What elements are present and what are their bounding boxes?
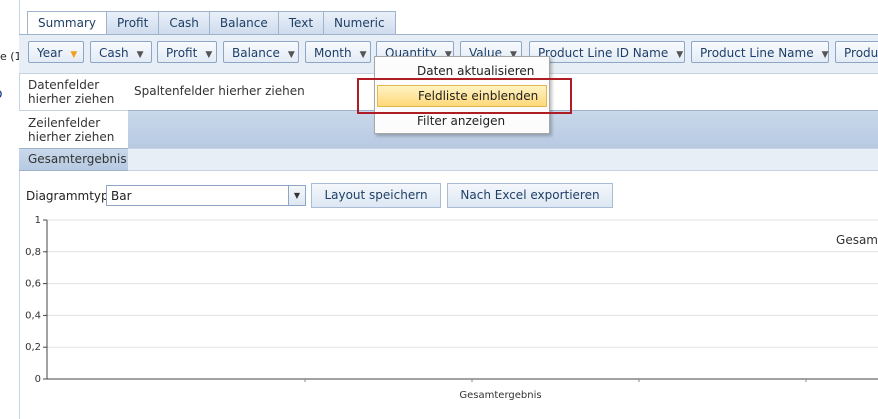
bar-chart: 0 0,2 0,4 0,6 0,8 1 Gesamtergebnis [25,215,878,401]
tab-strip: Summary Profit Cash Balance Text Numeric [27,11,396,35]
drop-zone-line: Zeilenfelder [28,116,101,130]
field-label: Month [314,46,352,60]
row-fields-drop-zone[interactable]: Zeilenfelder hierher ziehen [28,116,114,144]
field-label: Profit [166,46,198,60]
chart-type-label: Diagrammtyp [26,189,109,203]
tab-cash[interactable]: Cash [159,11,210,34]
filter-icon[interactable]: ▼ [205,44,212,66]
y-tick-label: 0,6 [25,279,41,290]
row-grand-total-label: Gesamtergebnis [28,152,127,166]
field-profit-button[interactable]: Profit ▼ [157,41,217,63]
field-balance-button[interactable]: Balance ▼ [223,41,299,63]
y-tick-label: 1 [35,215,41,226]
drop-zone-line: hierher ziehen [28,92,115,106]
highlight-annotation-frame [357,78,572,114]
field-label: Product Line ID Name [538,46,669,60]
column-fields-drop-zone[interactable]: Spaltenfelder hierher ziehen [134,84,305,98]
grand-total-data-row [128,148,878,171]
field-product-line-name-button[interactable]: Product Line Name ▼ [691,41,829,63]
save-layout-button[interactable]: Layout speichern [311,183,441,208]
filter-icon[interactable]: ▼ [70,44,77,66]
field-label: Balance [232,46,280,60]
drop-zone-line: Datenfelder [28,78,100,92]
field-year-button[interactable]: Year ▼ [28,41,84,63]
tab-profit[interactable]: Profit [107,11,160,34]
chart-type-value: Bar [111,189,132,203]
chart-type-select[interactable]: Bar ▼ [106,185,306,206]
field-label: Cash [99,46,129,60]
tab-balance[interactable]: Balance [209,11,279,34]
filter-icon[interactable]: ▼ [676,44,683,66]
field-product-button[interactable]: Produc [835,41,878,63]
filter-icon[interactable]: ▼ [360,44,367,66]
y-tick-label: 0,8 [25,247,41,258]
field-product-line-id-name-button[interactable]: Product Line ID Name ▼ [529,41,685,63]
y-tick-label: 0,2 [25,342,41,353]
tab-summary[interactable]: Summary [27,11,107,35]
field-label: Produc [844,46,878,60]
field-month-button[interactable]: Month ▼ [305,41,371,63]
x-category-label: Gesamtergebnis [459,390,541,401]
data-fields-drop-zone[interactable]: Datenfelder hierher ziehen [28,78,114,106]
y-tick-label: 0 [35,374,41,385]
field-cash-button[interactable]: Cash ▼ [90,41,152,63]
filter-icon[interactable]: ▼ [822,44,829,66]
dropdown-arrow-icon[interactable]: ▼ [288,186,305,205]
field-label: Year [37,46,63,60]
filter-icon[interactable]: ▼ [137,44,144,66]
drop-zone-line: hierher ziehen [28,130,115,144]
export-excel-button[interactable]: Nach Excel exportieren [447,183,613,208]
y-tick-label: 0,4 [25,310,41,321]
tab-text[interactable]: Text [278,11,325,34]
filter-icon[interactable]: ▼ [288,44,295,66]
tab-numeric[interactable]: Numeric [324,11,396,34]
clipped-left-glyph: o [0,86,3,102]
field-label: Product Line Name [700,46,814,60]
